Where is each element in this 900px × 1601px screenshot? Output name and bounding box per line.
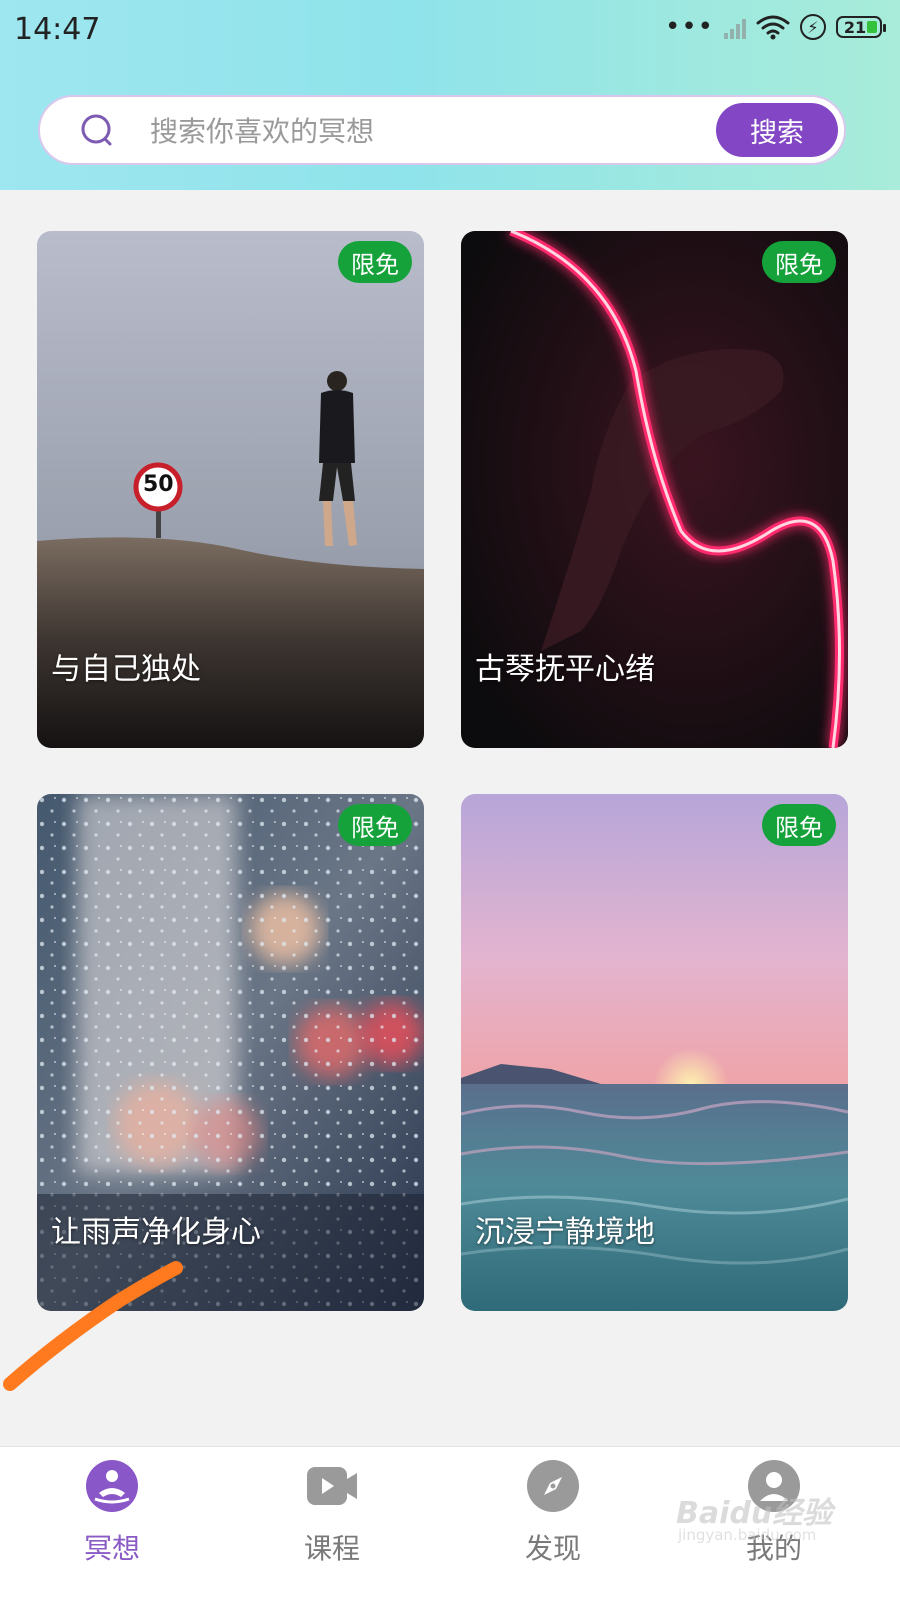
tab-meditation[interactable]: 冥想 xyxy=(52,1459,172,1589)
annotation-stroke xyxy=(3,1261,183,1391)
watermark-url: jingyan.baidu.com xyxy=(678,1526,817,1544)
signal-icon xyxy=(724,15,746,39)
card-title: 沉浸宁静境地 xyxy=(475,1215,655,1250)
meditation-card-guqin[interactable]: 限免 古琴抚平心绪 xyxy=(461,231,848,748)
tab-label: 发现 xyxy=(524,1532,581,1565)
free-badge: 限免 xyxy=(762,241,836,283)
card-title: 让雨声净化身心 xyxy=(51,1215,261,1250)
free-badge: 限免 xyxy=(762,804,836,846)
tab-discover[interactable]: 发现 xyxy=(493,1459,613,1589)
search-button[interactable]: 搜索 xyxy=(716,103,838,157)
meditation-icon xyxy=(86,1460,138,1512)
tab-courses[interactable]: 课程 xyxy=(272,1459,392,1589)
free-badge: 限免 xyxy=(338,804,412,846)
tab-label: 课程 xyxy=(303,1532,360,1565)
free-badge: 限免 xyxy=(338,241,412,283)
search-bar: 搜索 xyxy=(38,95,846,165)
compass-icon xyxy=(527,1460,579,1512)
battery-icon: 21 xyxy=(836,16,886,38)
wifi-icon xyxy=(756,15,790,40)
more-dots-icon: ••• xyxy=(664,12,714,42)
video-icon xyxy=(307,1467,357,1505)
meditation-card-sea[interactable]: 限免 沉浸宁静境地 xyxy=(461,794,848,1311)
baidu-watermark: Baidu经验 jingyan.baidu.com xyxy=(676,1488,846,1548)
status-time: 14:47 xyxy=(14,12,101,47)
card-title: 与自己独处 xyxy=(51,652,201,687)
battery-level: 21 xyxy=(843,17,867,37)
status-icons: ••• ⚡ 21 xyxy=(664,12,886,42)
search-input[interactable] xyxy=(148,107,712,155)
tab-label: 冥想 xyxy=(83,1532,140,1565)
speed-sign-number: 50 xyxy=(143,472,174,497)
meditation-card-alone[interactable]: 50 限免 与自己独处 xyxy=(37,231,424,748)
header: 14:47 ••• ⚡ 21 搜索 xyxy=(0,0,900,190)
charging-icon: ⚡ xyxy=(800,14,826,40)
search-icon xyxy=(81,114,112,146)
meditation-card-rain[interactable]: 限免 让雨声净化身心 xyxy=(37,794,424,1311)
card-title: 古琴抚平心绪 xyxy=(475,652,655,687)
